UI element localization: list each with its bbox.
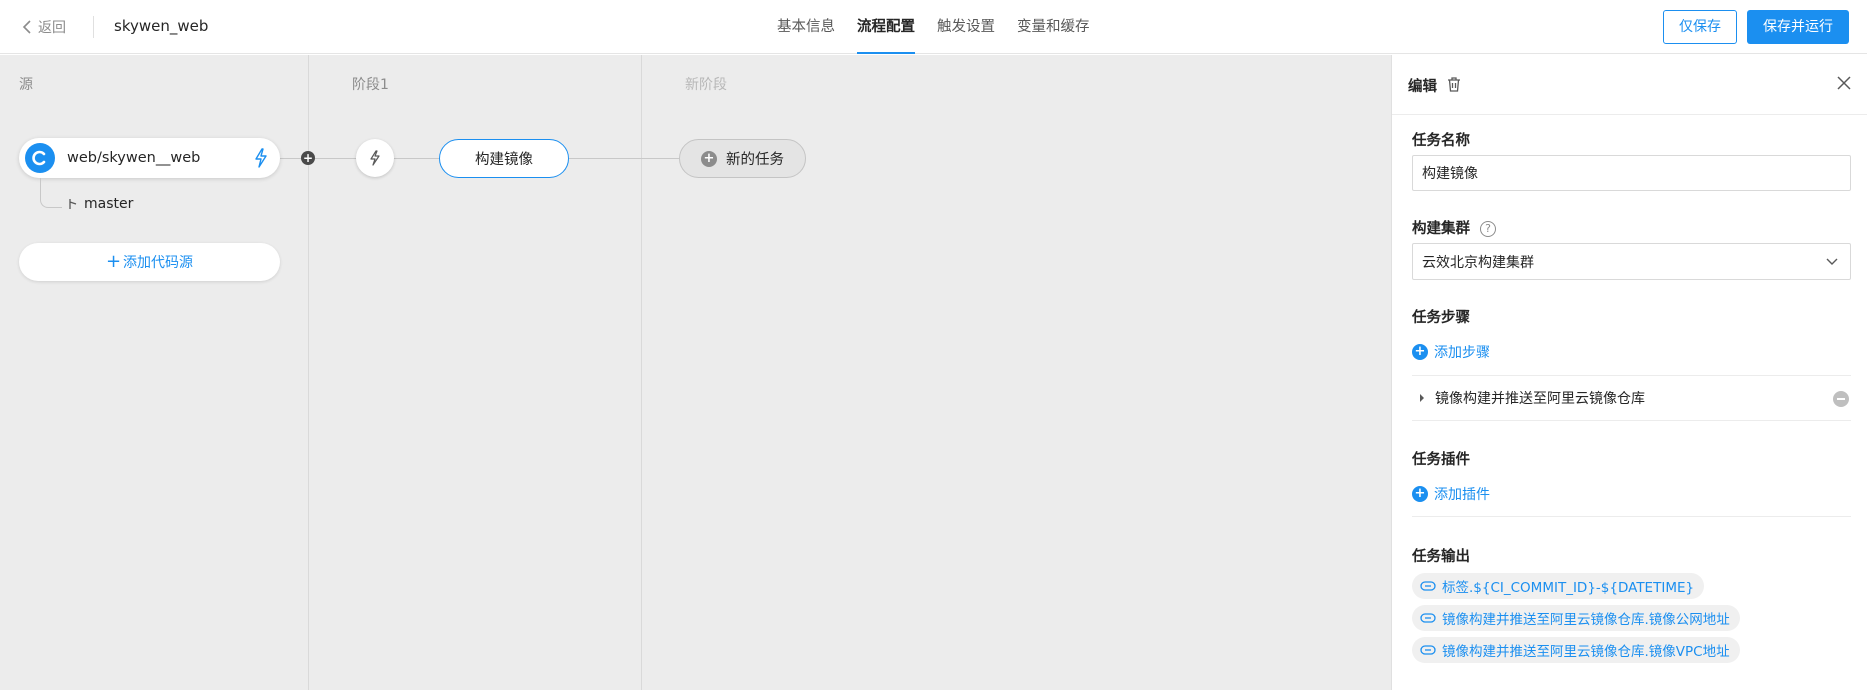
link-icon	[1420, 645, 1436, 655]
column-title-source: 源	[19, 77, 33, 93]
new-task-button[interactable]: + 新的任务	[679, 139, 806, 178]
output-text: 标签.${CI_COMMIT_ID}-${DATETIME}	[1442, 580, 1695, 596]
caret-right-icon	[1420, 394, 1424, 402]
outputs-label: 任务输出	[1412, 549, 1470, 565]
pipeline-name: skywen_web	[114, 17, 209, 35]
codeup-logo-icon	[25, 143, 55, 173]
pipeline-canvas: 源 阶段1 新阶段 web/skywen__web master + 添加代码源…	[0, 55, 1391, 690]
back-label: 返回	[38, 20, 66, 36]
plus-circle-icon: +	[1412, 344, 1428, 360]
divider	[1412, 516, 1851, 517]
job-node-build-image[interactable]: 构建镜像	[439, 139, 569, 178]
plus-circle-icon: +	[1412, 486, 1428, 502]
back-button[interactable]: 返回	[22, 17, 66, 37]
source-card[interactable]: web/skywen__web	[19, 138, 280, 178]
add-plugin-button[interactable]: + 添加插件	[1412, 484, 1490, 504]
tab-trigger-settings[interactable]: 触发设置	[926, 0, 1006, 54]
link-icon	[1420, 581, 1436, 591]
close-icon[interactable]	[1837, 76, 1851, 94]
add-plugin-label: 添加插件	[1434, 487, 1490, 503]
add-source-label: 添加代码源	[123, 255, 194, 271]
new-task-label: 新的任务	[726, 152, 784, 168]
add-step-button[interactable]: + 添加步骤	[1412, 342, 1490, 362]
branch-item[interactable]: master	[68, 196, 133, 212]
remove-step-icon[interactable]	[1833, 391, 1849, 407]
add-step-label: 添加步骤	[1434, 345, 1490, 361]
stage-trigger-node[interactable]	[356, 139, 394, 177]
cluster-select[interactable]: 云效北京构建集群	[1412, 243, 1851, 280]
plus-circle-icon: +	[701, 150, 717, 167]
column-title-new-stage: 新阶段	[685, 77, 727, 93]
connector-line	[569, 158, 679, 159]
chevron-down-icon	[1826, 258, 1838, 265]
plus-icon: +	[105, 251, 122, 272]
top-header: 返回 skywen_web 基本信息 流程配置 触发设置 变量和缓存 仅保存 保…	[0, 0, 1867, 54]
step-name: 镜像构建并推送至阿里云镜像仓库	[1435, 391, 1645, 407]
tab-basic-info[interactable]: 基本信息	[766, 0, 846, 54]
output-tag[interactable]: 标签.${CI_COMMIT_ID}-${DATETIME}	[1412, 573, 1705, 599]
steps-label: 任务步骤	[1412, 310, 1470, 326]
output-tag[interactable]: 镜像构建并推送至阿里云镜像仓库.镜像VPC地址	[1412, 637, 1740, 663]
chevron-left-icon	[22, 20, 31, 34]
panel-header: 编辑	[1392, 55, 1867, 115]
column-title-stage1: 阶段1	[352, 77, 389, 93]
link-icon	[1420, 613, 1436, 623]
source-repo-name: web/skywen__web	[67, 150, 201, 166]
tab-variables-cache[interactable]: 变量和缓存	[1006, 0, 1101, 54]
branch-connector	[40, 178, 62, 208]
help-icon[interactable]: ?	[1480, 221, 1496, 237]
tab-bar: 基本信息 流程配置 触发设置 变量和缓存	[766, 0, 1101, 54]
branch-icon	[69, 199, 77, 209]
cluster-label: 构建集群	[1412, 221, 1470, 237]
edit-panel: 编辑 任务名称 构建集群? 云效北京构建集群 任务步骤 + 添加步骤 镜像构建并…	[1391, 55, 1867, 690]
output-text: 镜像构建并推送至阿里云镜像仓库.镜像公网地址	[1442, 612, 1730, 628]
cluster-select-value: 云效北京构建集群	[1422, 254, 1534, 271]
branch-name: master	[84, 196, 134, 212]
trigger-bolt-icon[interactable]	[254, 148, 268, 172]
step-row[interactable]: 镜像构建并推送至阿里云镜像仓库	[1412, 375, 1851, 421]
plugins-label: 任务插件	[1412, 452, 1470, 468]
header-divider	[93, 16, 94, 38]
output-text: 镜像构建并推送至阿里云镜像仓库.镜像VPC地址	[1442, 644, 1730, 660]
cluster-label-row: 构建集群?	[1412, 217, 1496, 238]
tab-flow-config[interactable]: 流程配置	[846, 0, 926, 54]
task-name-label: 任务名称	[1412, 133, 1470, 149]
trash-icon[interactable]	[1446, 76, 1462, 97]
connector-line	[280, 158, 356, 159]
output-tag[interactable]: 镜像构建并推送至阿里云镜像仓库.镜像公网地址	[1412, 605, 1740, 631]
connector-line	[394, 158, 439, 159]
save-button[interactable]: 仅保存	[1663, 10, 1737, 44]
bolt-icon	[370, 150, 380, 166]
column-divider	[641, 55, 642, 690]
save-and-run-button[interactable]: 保存并运行	[1747, 10, 1849, 44]
add-source-button[interactable]: + 添加代码源	[19, 243, 280, 281]
panel-title: 编辑	[1408, 79, 1437, 95]
add-stage-plus-icon[interactable]: +	[301, 151, 315, 165]
task-name-input[interactable]	[1412, 155, 1851, 191]
